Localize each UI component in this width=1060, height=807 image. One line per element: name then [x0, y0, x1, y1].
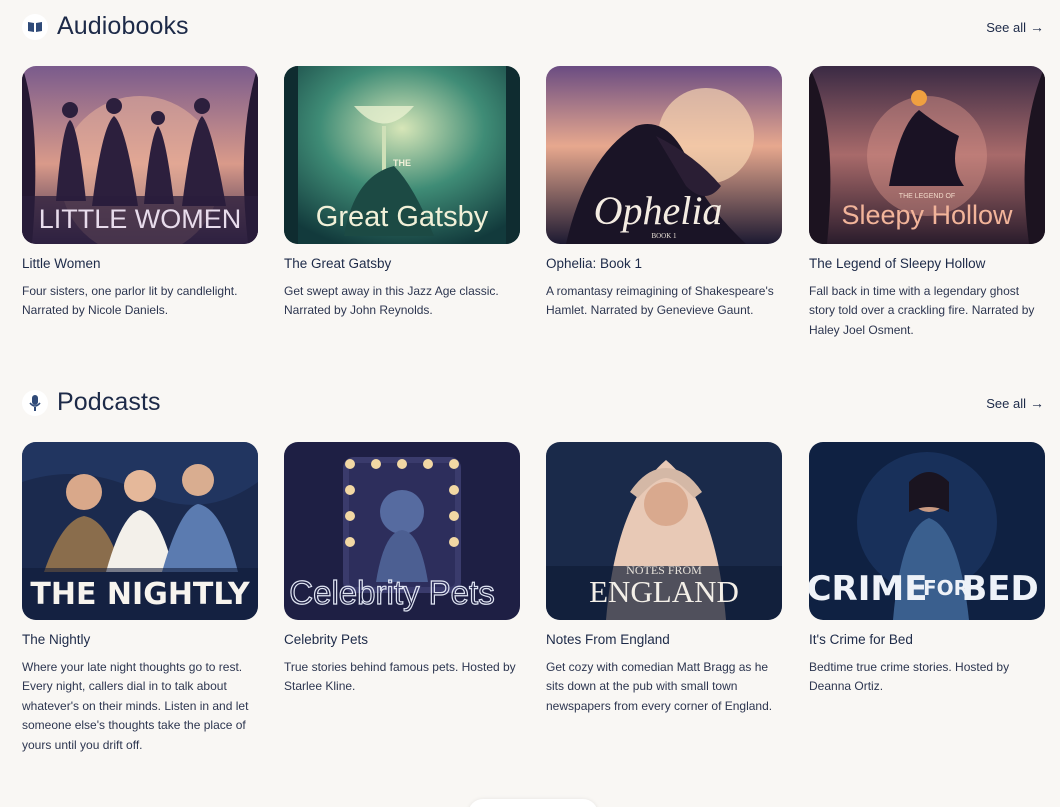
podcast-card[interactable]: CRIME FOR BED It's Crime for Bed Bedtime… [809, 442, 1045, 697]
cover-small-text: BOOK 1 [651, 232, 677, 240]
card-description: A romantasy reimagining of Shakespeare's… [546, 284, 774, 318]
card-title: It's Crime for Bed [809, 632, 913, 647]
arrow-right-icon: → [1030, 19, 1044, 35]
card-title: Notes From England [546, 632, 670, 647]
card-description: Get swept away in this Jazz Age classic.… [284, 284, 499, 318]
cover-title-text: Great Gatsby [316, 201, 489, 233]
cover-art: LITTLE WOMEN [22, 66, 258, 244]
cover-small-text: THE LEGEND OF [899, 193, 955, 200]
audiobook-card[interactable]: THE LEGEND OF Sleepy Hollow The Legend o… [809, 66, 1045, 340]
cover-title-text-c: BED [961, 569, 1038, 609]
card-description: Four sisters, one parlor lit by candleli… [22, 284, 238, 318]
podcast-card[interactable]: Celebrity Pets Celebrity Pets True stori… [284, 442, 520, 697]
cover-art: THE Great Gatsby [284, 66, 520, 244]
card-title: The Nightly [22, 632, 91, 647]
card-description: Where your late night thoughts go to res… [22, 660, 249, 752]
audiobooks-title: Audiobooks [57, 12, 189, 40]
cover-title-text-a: CRIME [809, 569, 927, 609]
card-title: The Great Gatsby [284, 256, 392, 271]
card-title: Celebrity Pets [284, 632, 369, 647]
cover-art: THE NIGHTLY [22, 442, 258, 620]
card-title: The Legend of Sleepy Hollow [809, 256, 986, 271]
card-description: True stories behind famous pets. Hosted … [284, 660, 516, 694]
cover-title-text: ENGLAND [589, 574, 739, 609]
audiobooks-section: Audiobooks See all → LITTLE WOMEN Little… [0, 0, 1060, 337]
cover-art: Ophelia BOOK 1 [546, 66, 782, 244]
podcasts-header: Podcasts See all → [0, 376, 1060, 430]
cover-title-text: Celebrity Pets [289, 574, 494, 611]
cover-art: Celebrity Pets [284, 442, 520, 620]
card-title: Ophelia: Book 1 [546, 256, 643, 271]
podcasts-see-all-link[interactable]: See all → [986, 395, 1044, 411]
audiobooks-see-all-link[interactable]: See all → [986, 19, 1044, 35]
podcasts-cards: THE NIGHTLY The Nightly Where your late … [22, 442, 1052, 752]
arrow-right-icon: → [1030, 395, 1044, 411]
podcasts-title: Podcasts [57, 388, 161, 416]
audiobook-card[interactable]: Ophelia BOOK 1 Ophelia: Book 1 A romanta… [546, 66, 782, 321]
audiobooks-header: Audiobooks See all → [0, 0, 1060, 54]
podcast-card[interactable]: THE NIGHTLY The Nightly Where your late … [22, 442, 258, 755]
bottom-pill-control[interactable] [468, 799, 598, 807]
cover-title-text: Ophelia [594, 188, 723, 233]
cover-art: NOTES FROM ENGLAND [546, 442, 782, 620]
audiobook-card[interactable]: LITTLE WOMEN Little Women Four sisters, … [22, 66, 258, 321]
see-all-label: See all [986, 19, 1026, 35]
book-icon [22, 14, 48, 40]
card-description: Fall back in time with a legendary ghost… [809, 284, 1035, 337]
microphone-icon [22, 390, 48, 416]
see-all-label: See all [986, 395, 1026, 411]
audiobook-card[interactable]: THE Great Gatsby The Great Gatsby Get sw… [284, 66, 520, 321]
card-title: Little Women [22, 256, 101, 271]
cover-small-text: THE [393, 158, 411, 168]
cover-art: THE LEGEND OF Sleepy Hollow [809, 66, 1045, 244]
card-description: Get cozy with comedian Matt Bragg as he … [546, 660, 773, 713]
podcasts-section: Podcasts See all → THE NIGHTLY The Night… [0, 376, 1060, 752]
card-description: Bedtime true crime stories. Hosted by De… [809, 660, 1010, 694]
cover-title-text: LITTLE WOMEN [39, 204, 242, 234]
cover-art: CRIME FOR BED [809, 442, 1045, 620]
audiobooks-cards: LITTLE WOMEN Little Women Four sisters, … [22, 66, 1052, 366]
podcast-card[interactable]: NOTES FROM ENGLAND Notes From England Ge… [546, 442, 782, 716]
cover-title-text: THE NIGHTLY [30, 577, 250, 612]
cover-title-text: Sleepy Hollow [841, 200, 1013, 230]
